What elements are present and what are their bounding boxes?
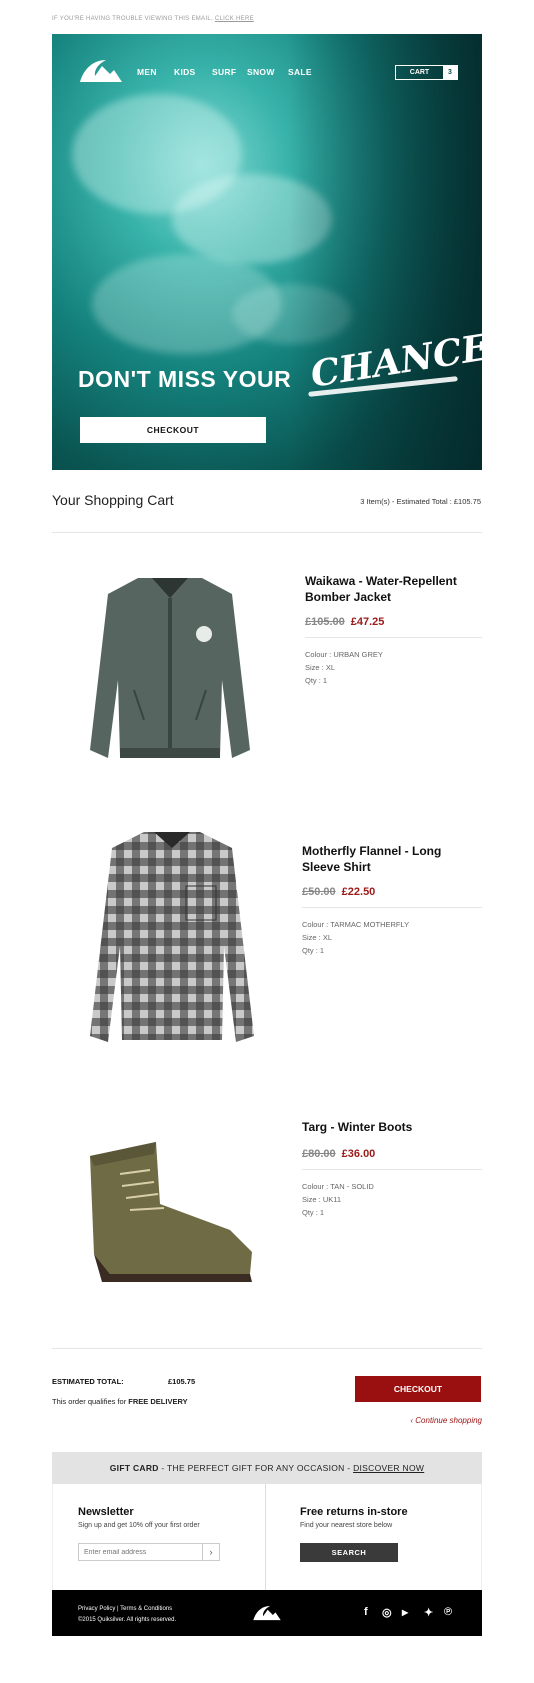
new-price: £22.50 [341, 886, 376, 898]
hero-checkout-button[interactable]: CHECKOUT [80, 417, 266, 443]
store-search-button[interactable]: SEARCH [300, 1543, 398, 1562]
product-attributes: Colour : URBAN GREY Size : XL Qty : 1 [305, 648, 383, 687]
legal-links: Privacy Policy | Terms & Conditions ©201… [78, 1604, 176, 1626]
quiksilver-logo-icon[interactable] [78, 58, 124, 84]
checkout-button[interactable]: CHECKOUT [355, 1376, 481, 1402]
product-price: £105.00 £47.25 [305, 612, 384, 630]
instagram-icon[interactable]: ◎ [382, 1606, 392, 1619]
product-image-jacket[interactable] [82, 570, 258, 770]
delivery-note: This order qualifies for FREE DELIVERY [52, 1397, 188, 1406]
product-qty: Qty : 1 [302, 946, 325, 955]
terms-link[interactable]: Terms & Conditions [120, 1606, 172, 1612]
cart-label: CART [409, 69, 430, 76]
footer-panels [52, 1484, 482, 1590]
divider [52, 1348, 482, 1349]
delivery-prefix: This order qualifies for [52, 1397, 127, 1406]
product-name[interactable]: Motherfly Flannel - Long Sleeve Shirt [302, 843, 472, 875]
twitter-icon[interactable]: ✦ [424, 1606, 433, 1619]
hero-shade [288, 34, 482, 470]
product-attributes: Colour : TAN - SOLID Size : UK11 Qty : 1 [302, 1180, 374, 1219]
product-size: Size : XL [305, 663, 336, 672]
divider [302, 1169, 482, 1170]
nav-surf[interactable]: SURF [212, 67, 236, 77]
product-size: Size : UK11 [302, 1195, 342, 1204]
product-price: £50.00 £22.50 [302, 882, 375, 900]
product-image-shirt[interactable] [84, 826, 260, 1048]
product-qty: Qty : 1 [305, 676, 328, 685]
continue-shopping-label: Continue shopping [415, 1416, 482, 1425]
product-colour: Colour : TAN - SOLID [302, 1182, 374, 1191]
cart-count-badge: 3 [443, 66, 457, 79]
free-delivery-text: FREE DELIVERY [128, 1397, 188, 1406]
new-price: £47.25 [350, 616, 385, 628]
gift-card-title: GIFT CARD [109, 1463, 159, 1473]
divider [52, 532, 482, 533]
product-qty: Qty : 1 [302, 1208, 325, 1217]
product-name[interactable]: Waikawa - Water-Repellent Bomber Jacket [305, 573, 475, 605]
product-attributes: Colour : TARMAC MOTHERFLY Size : XL Qty … [302, 918, 409, 957]
continue-shopping-link[interactable]: ‹ Continue shopping [390, 1416, 482, 1425]
hero-headline: DON'T MISS YOUR [78, 366, 292, 392]
preheader: IF YOU'RE HAVING TROUBLE VIEWING THIS EM… [52, 16, 254, 22]
product-colour: Colour : TARMAC MOTHERFLY [302, 920, 410, 929]
email-input[interactable] [79, 1544, 202, 1560]
gift-card-banner: GIFT CARD - THE PERFECT GIFT FOR ANY OCC… [52, 1452, 482, 1484]
divider [302, 907, 482, 908]
pinterest-icon[interactable]: ℗ [444, 1606, 452, 1618]
newsletter-title: Newsletter [78, 1506, 134, 1518]
cart-title: Your Shopping Cart [52, 492, 174, 508]
youtube-icon[interactable]: ▶ [402, 1608, 408, 1617]
divider [265, 1484, 266, 1590]
product-size: Size : XL [302, 933, 333, 942]
nav-men[interactable]: MEN [137, 67, 157, 77]
estimated-total-value: £105.75 [168, 1377, 196, 1386]
view-in-browser-link[interactable]: CLICK HERE [215, 16, 254, 22]
returns-subtitle: Find your nearest store below [300, 1522, 393, 1529]
old-price: £80.00 [302, 1148, 336, 1160]
hero-banner: MEN KIDS SURF SNOW SALE CART 3 DON'T MIS… [52, 34, 482, 470]
product-image-boot[interactable] [80, 1134, 262, 1290]
footer-bar: Privacy Policy | Terms & Conditions ©201… [52, 1590, 482, 1636]
newsletter-form: › [78, 1543, 220, 1561]
nav-snow[interactable]: SNOW [247, 67, 275, 77]
product-name[interactable]: Targ - Winter Boots [302, 1119, 472, 1135]
returns-title: Free returns in-store [300, 1506, 408, 1518]
preheader-text: IF YOU'RE HAVING TROUBLE VIEWING THIS EM… [52, 16, 213, 22]
quiksilver-logo-icon[interactable] [252, 1604, 282, 1622]
product-price: £80.00 £36.00 [302, 1144, 375, 1162]
divider [305, 637, 482, 638]
estimated-total-label: ESTIMATED TOTAL: [52, 1377, 124, 1386]
discover-now-link[interactable]: DISCOVER NOW [353, 1463, 424, 1473]
submit-arrow-icon[interactable]: › [202, 1544, 219, 1560]
nav-sale[interactable]: SALE [288, 67, 312, 77]
cart-summary: 3 Item(s) - Estimated Total : £105.75 [360, 497, 481, 506]
gift-card-text: - THE PERFECT GIFT FOR ANY OCCASION - [158, 1463, 354, 1473]
facebook-icon[interactable]: f [364, 1606, 368, 1618]
old-price: £105.00 [305, 616, 345, 628]
new-price: £36.00 [341, 1148, 376, 1160]
copyright: ©2015 Quiksilver. All rights reserved. [78, 1617, 177, 1623]
newsletter-subtitle: Sign up and get 10% off your first order [78, 1522, 200, 1529]
cart-button[interactable]: CART 3 [395, 65, 458, 80]
nav-kids[interactable]: KIDS [174, 67, 196, 77]
old-price: £50.00 [302, 886, 336, 898]
privacy-policy-link[interactable]: Privacy Policy [78, 1606, 115, 1612]
product-colour: Colour : URBAN GREY [305, 650, 383, 659]
